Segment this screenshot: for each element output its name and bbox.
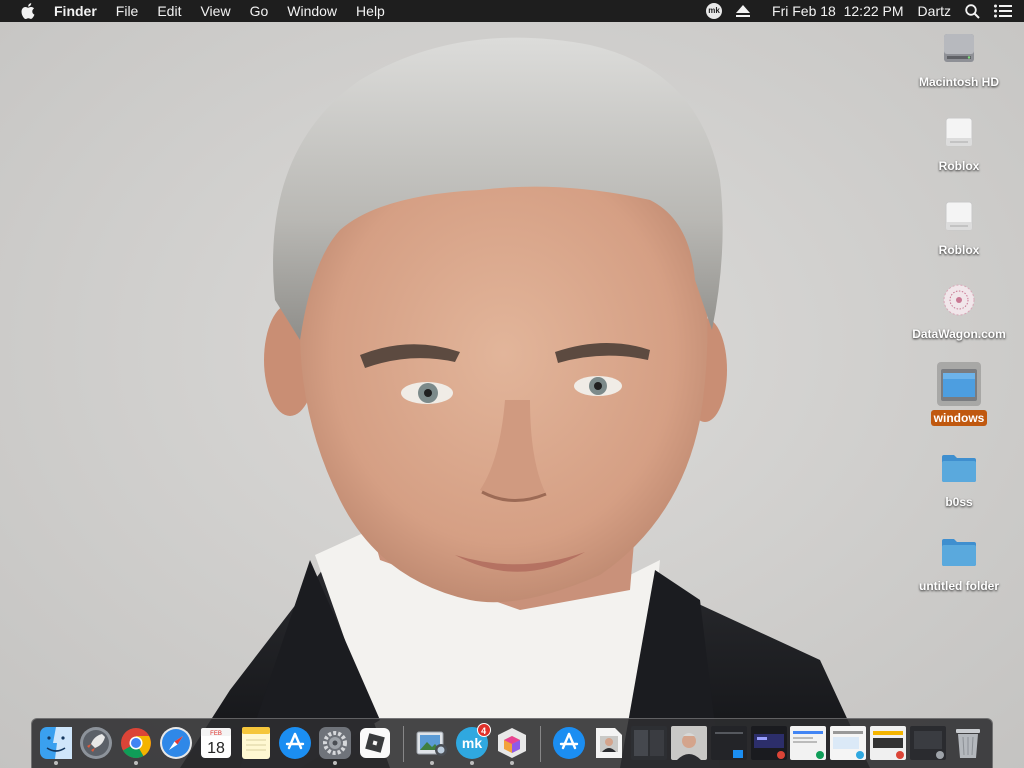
menu-window[interactable]: Window [278, 0, 347, 22]
menubar-user[interactable]: Dartz [918, 0, 951, 22]
mk-status-icon: mk [706, 3, 723, 19]
roblox-icon [360, 727, 391, 758]
external-drive-icon [937, 110, 981, 154]
desktop-icon-label: DataWagon.com [912, 327, 1006, 341]
safari-compass-icon [159, 726, 192, 759]
dock-system-preferences[interactable] [316, 721, 355, 767]
dock-separator [403, 725, 405, 762]
dock-minimized-window-3[interactable] [709, 721, 748, 767]
running-indicator [510, 760, 515, 765]
desktop-icon-roblox-2[interactable]: Roblox [894, 192, 1024, 276]
desktop-icon-untitled-folder[interactable]: untitled folder [894, 528, 1024, 612]
menu-bar: Finder File Edit View Go Window Help mk … [0, 0, 1024, 22]
dock-minimized-window-7[interactable] [869, 721, 908, 767]
desktop-icon-label: windows [930, 410, 988, 426]
running-indicator [430, 760, 435, 765]
desktop-icon-roblox-1[interactable]: Roblox [894, 108, 1024, 192]
calendar-month-label: FEB [210, 731, 222, 737]
dock-trash[interactable] [949, 721, 988, 767]
window-thumbnail-icon [910, 725, 947, 760]
running-indicator [133, 760, 138, 765]
folder-icon [937, 446, 981, 490]
dock-chrome[interactable] [116, 721, 155, 767]
gear-icon [319, 726, 352, 759]
dock-minimized-window-8[interactable] [909, 721, 948, 767]
hard-drive-icon [937, 26, 981, 70]
window-thumbnail-icon [630, 725, 667, 760]
dock-minimized-window-1[interactable] [629, 721, 668, 767]
menubar-clock[interactable]: Fri Feb 18 12:22 PM [772, 0, 904, 22]
dock-minimized-window-6[interactable] [829, 721, 868, 767]
window-thumbnail-icon [710, 725, 747, 760]
dock-separator [540, 725, 541, 762]
mk-status-item[interactable]: mk [706, 3, 723, 19]
eject-icon[interactable] [736, 5, 751, 17]
spotlight-search-icon[interactable] [965, 3, 980, 19]
desktop-icon-datawagon[interactable]: DataWagon.com [894, 276, 1024, 360]
dock-color-app[interactable] [493, 721, 532, 767]
dock-roblox[interactable] [356, 721, 395, 767]
disk-image-icon [937, 362, 981, 406]
desktop-icon-b0ss[interactable]: b0ss [894, 444, 1024, 528]
app-store-icon [552, 726, 585, 759]
menu-file[interactable]: File [107, 0, 149, 22]
dock-notes[interactable] [236, 721, 275, 767]
dock-app-store[interactable] [276, 721, 315, 767]
dock-document-thumbnail[interactable] [589, 721, 628, 767]
dock: FEB 18 mk 4 [31, 718, 993, 768]
notes-icon [241, 726, 270, 759]
dock-launchpad[interactable] [76, 721, 115, 767]
dock-app-store-folder[interactable] [550, 721, 589, 767]
running-indicator [333, 760, 338, 765]
menu-edit[interactable]: Edit [148, 0, 191, 22]
desktop-icon-label: Roblox [938, 159, 980, 173]
finder-icon [39, 726, 72, 759]
menu-go[interactable]: Go [241, 0, 279, 22]
window-thumbnail-icon [830, 725, 867, 760]
notification-badge: 4 [476, 722, 491, 737]
launchpad-rocket-icon [79, 726, 112, 759]
window-thumbnail-icon [670, 725, 707, 760]
trash-icon [956, 728, 981, 758]
notification-center-icon[interactable] [994, 4, 1012, 18]
calendar-day-label: 18 [207, 740, 225, 757]
dock-preview[interactable] [413, 721, 452, 767]
menu-help[interactable]: Help [347, 0, 395, 22]
window-thumbnail-icon [870, 725, 907, 760]
window-thumbnail-icon [790, 725, 827, 760]
desktop-wallpaper [0, 0, 1024, 768]
external-drive-icon [937, 194, 981, 238]
desktop-icon-label: Roblox [938, 243, 980, 257]
running-indicator [470, 760, 475, 765]
dock-calendar[interactable]: FEB 18 [196, 721, 235, 767]
dock-mk-app[interactable]: mk 4 [453, 721, 492, 767]
desktop-icon-macintosh-hd[interactable]: Macintosh HD [894, 24, 1024, 108]
document-photo-icon [595, 727, 622, 758]
dock-minimized-window-2[interactable] [669, 721, 708, 767]
apple-menu-icon[interactable] [18, 3, 38, 19]
app-store-icon [279, 726, 312, 759]
dock-minimized-window-4[interactable] [749, 721, 788, 767]
chrome-icon [120, 727, 151, 758]
menu-app-finder[interactable]: Finder [52, 0, 107, 22]
desktop-icon-label: Macintosh HD [918, 75, 999, 89]
color-cube-icon [498, 727, 527, 758]
desktop-icon-label: b0ss [945, 495, 973, 509]
network-volume-icon [937, 278, 981, 322]
menu-view[interactable]: View [191, 0, 240, 22]
desktop-icon-windows[interactable]: windows [894, 360, 1024, 444]
preview-photos-icon [416, 731, 448, 756]
running-indicator [53, 760, 58, 765]
svg-text:mk: mk [462, 735, 482, 751]
window-thumbnail-icon [750, 725, 787, 760]
dock-safari[interactable] [156, 721, 195, 767]
calendar-icon: FEB 18 [200, 727, 231, 758]
desktop-icon-label: untitled folder [919, 579, 999, 593]
folder-icon [937, 530, 981, 574]
dock-minimized-window-5[interactable] [789, 721, 828, 767]
dock-finder[interactable] [37, 721, 76, 767]
